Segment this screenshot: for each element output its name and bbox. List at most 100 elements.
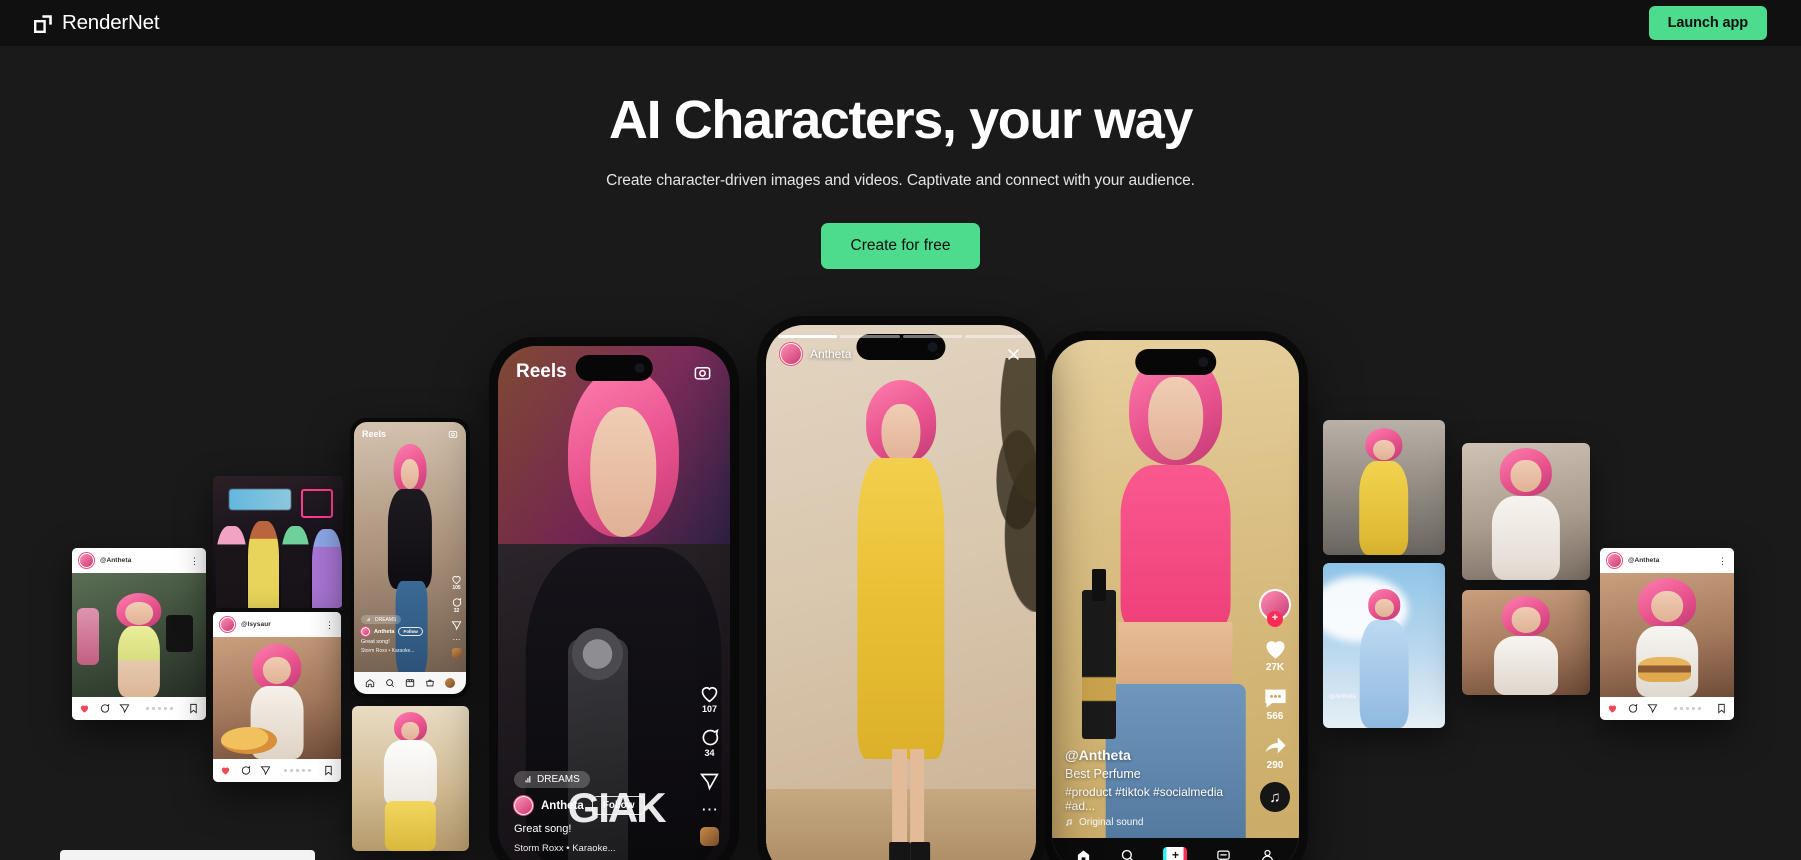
camera-icon[interactable] bbox=[693, 363, 712, 382]
profile-icon[interactable] bbox=[445, 678, 455, 688]
reels-small-overlay: Reels 105 32 ⋯ DREAMS Antheta Follow Gre… bbox=[354, 422, 466, 694]
shop-icon[interactable] bbox=[425, 678, 435, 688]
reels-icon[interactable] bbox=[405, 678, 415, 688]
like-action[interactable]: 107 bbox=[699, 683, 720, 714]
like-action[interactable]: 27K bbox=[1262, 635, 1289, 673]
heart-icon[interactable] bbox=[1607, 703, 1618, 714]
close-icon[interactable] bbox=[1005, 346, 1022, 363]
bookmark-icon[interactable] bbox=[1716, 703, 1727, 714]
cafe-portrait-thumb[interactable] bbox=[1462, 590, 1590, 695]
more-horizontal-icon[interactable]: ⋯ bbox=[453, 636, 461, 644]
comment-count: 34 bbox=[704, 748, 715, 758]
avatar bbox=[219, 616, 236, 633]
search-icon[interactable] bbox=[1120, 848, 1135, 860]
reels-username: Antheta bbox=[541, 799, 584, 812]
tiktok-action-rail: + 27K 566 290 ♫ bbox=[1259, 589, 1291, 812]
more-horizontal-icon[interactable]: ⋯ bbox=[701, 801, 718, 818]
inbox-icon[interactable] bbox=[1216, 848, 1231, 860]
more-vertical-icon[interactable]: ⋮ bbox=[190, 556, 199, 565]
comment-icon[interactable] bbox=[99, 703, 110, 714]
tiktok-note-icon[interactable]: ♫ bbox=[1260, 782, 1290, 812]
launch-app-button[interactable]: Launch app bbox=[1648, 6, 1767, 40]
audio-wave-icon bbox=[525, 776, 531, 783]
instagram-post-card-left[interactable]: @Antheta ⋮ bbox=[72, 548, 206, 720]
brand-name: RenderNet bbox=[62, 11, 160, 34]
instagram-post-card-right[interactable]: @Antheta ⋮ bbox=[1600, 548, 1734, 720]
share-arrow-icon[interactable] bbox=[1262, 733, 1289, 760]
ig-post-actions bbox=[1600, 697, 1734, 720]
tiktok-hashtags[interactable]: #product #tiktok #socialmedia #ad... bbox=[1065, 785, 1239, 813]
paper-plane-icon[interactable] bbox=[260, 765, 271, 776]
reels-large-action-rail: 107 34 ⋯ bbox=[699, 683, 720, 846]
comment-action[interactable]: 32 bbox=[451, 597, 462, 614]
camera-icon[interactable] bbox=[448, 429, 458, 439]
comment-bubble-icon[interactable] bbox=[1262, 684, 1289, 711]
tiktok-phone[interactable]: + 27K 566 290 ♫ @Antheta Best Perfume #p… bbox=[1043, 331, 1308, 860]
home-icon[interactable] bbox=[365, 678, 375, 688]
tiktok-caption: Best Perfume bbox=[1065, 767, 1141, 781]
comment-icon[interactable] bbox=[699, 727, 720, 748]
rendernet-square-logo-icon bbox=[34, 14, 53, 33]
tiktok-bottom-nav[interactable]: + bbox=[1052, 838, 1299, 860]
heart-icon[interactable] bbox=[220, 765, 231, 776]
comment-icon[interactable] bbox=[1627, 703, 1638, 714]
story-username: Antheta bbox=[810, 347, 852, 361]
reels-username: Antheta bbox=[374, 628, 395, 635]
instagram-post-card-pizza[interactable]: @Isysaur ⋮ bbox=[213, 612, 341, 782]
comment-icon[interactable] bbox=[451, 597, 462, 608]
home-icon[interactable] bbox=[1076, 848, 1091, 860]
comment-icon[interactable] bbox=[240, 765, 251, 776]
paper-plane-icon[interactable] bbox=[119, 703, 130, 714]
audio-disc-icon[interactable] bbox=[700, 827, 719, 846]
carousel-dots bbox=[280, 769, 314, 772]
like-count: 27K bbox=[1265, 662, 1285, 673]
instagram-bottom-nav[interactable] bbox=[354, 672, 466, 694]
more-vertical-icon[interactable]: ⋮ bbox=[1718, 556, 1727, 565]
tiktok-overlay: + 27K 566 290 ♫ @Antheta Best Perfume #p… bbox=[1052, 340, 1299, 860]
paper-plane-icon[interactable] bbox=[1647, 703, 1658, 714]
brand-logo[interactable]: RenderNet bbox=[34, 11, 160, 35]
ig-username: @Antheta bbox=[100, 557, 132, 564]
site-header: RenderNet Launch app bbox=[0, 0, 1801, 46]
tiktok-username[interactable]: @Antheta bbox=[1065, 747, 1239, 763]
blue-dress-sky-thumb[interactable]: @Antheta bbox=[1323, 563, 1445, 728]
heart-icon[interactable] bbox=[699, 683, 720, 704]
like-action[interactable]: 105 bbox=[451, 574, 462, 591]
avatar bbox=[360, 626, 371, 637]
follow-button[interactable]: Follow bbox=[398, 627, 423, 636]
audio-disc-icon[interactable] bbox=[451, 648, 462, 658]
reels-phone-small[interactable]: Reels 105 32 ⋯ DREAMS Antheta Follow Gre… bbox=[350, 418, 470, 698]
comment-action[interactable]: 34 bbox=[699, 727, 720, 758]
heart-icon[interactable] bbox=[1262, 635, 1289, 662]
reels-large-overlay: Reels 107 34 ⋯ DREAMS Antheta Follow Gre… bbox=[498, 346, 730, 860]
follow-button[interactable]: Follow bbox=[591, 796, 646, 815]
thumbs-up-thumb[interactable] bbox=[352, 706, 469, 851]
avatar bbox=[779, 342, 803, 366]
music-badge-label: DREAMS bbox=[375, 616, 397, 623]
white-top-portrait-thumb[interactable] bbox=[1462, 443, 1590, 580]
profile-icon[interactable] bbox=[1260, 848, 1275, 860]
avatar bbox=[513, 795, 534, 816]
bookmark-icon[interactable] bbox=[188, 703, 199, 714]
comment-action[interactable]: 566 bbox=[1262, 684, 1289, 722]
ig-post-image bbox=[72, 573, 206, 697]
ig-username: @Antheta bbox=[1628, 557, 1660, 564]
bookmark-icon[interactable] bbox=[323, 765, 334, 776]
share-action[interactable]: 290 bbox=[1262, 733, 1289, 771]
plus-icon[interactable]: + bbox=[1163, 847, 1188, 860]
heart-icon[interactable] bbox=[451, 574, 462, 585]
plus-badge-icon[interactable]: + bbox=[1267, 611, 1283, 627]
yellow-dress-street-thumb[interactable] bbox=[1323, 420, 1445, 555]
search-icon[interactable] bbox=[385, 678, 395, 688]
paper-plane-icon[interactable] bbox=[699, 771, 720, 792]
cafe-group-photo-thumb[interactable] bbox=[213, 476, 343, 608]
heart-icon[interactable] bbox=[79, 703, 90, 714]
more-vertical-icon[interactable]: ⋮ bbox=[325, 620, 334, 629]
reels-phone-large[interactable]: GIAK Reels 107 34 ⋯ DREAMS Antheta Follo… bbox=[489, 337, 739, 860]
instagram-story-phone[interactable]: Antheta bbox=[757, 316, 1045, 860]
ig-post-image bbox=[213, 637, 341, 759]
ig-username: @Isysaur bbox=[241, 621, 271, 628]
like-count: 105 bbox=[452, 585, 461, 591]
paper-plane-icon[interactable] bbox=[451, 620, 462, 631]
follow-avatar[interactable]: + bbox=[1259, 589, 1291, 627]
